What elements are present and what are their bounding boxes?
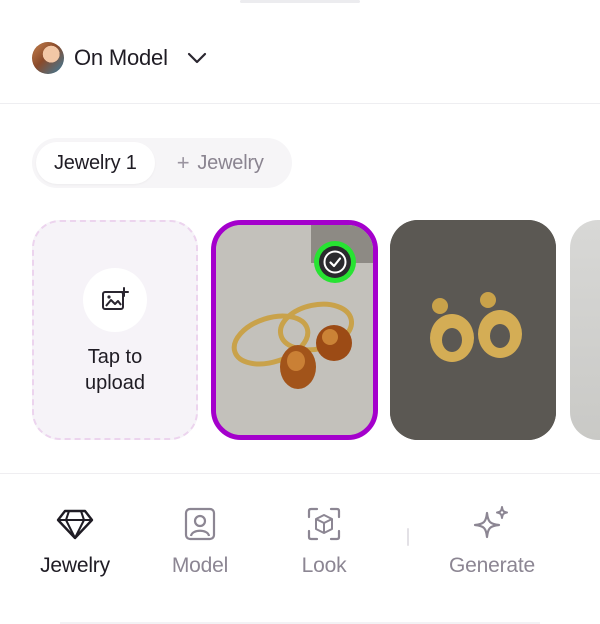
tab-jewelry-1[interactable]: Jewelry 1 bbox=[36, 142, 155, 184]
nav-label: Look bbox=[301, 554, 347, 577]
image-add-icon bbox=[83, 268, 147, 332]
nav-look[interactable]: Look bbox=[269, 504, 379, 584]
upload-card[interactable]: Tap to upload bbox=[32, 220, 198, 440]
sparkles-icon bbox=[472, 504, 512, 544]
divider bbox=[0, 473, 600, 474]
nav-label: Generate bbox=[449, 554, 535, 577]
nav-jewelry[interactable]: Jewelry bbox=[20, 504, 130, 584]
tab-add-jewelry[interactable]: + Jewelry bbox=[155, 142, 282, 184]
upload-label: Tap to upload bbox=[84, 346, 146, 394]
chevron-down-icon[interactable] bbox=[186, 47, 208, 69]
scan-cube-icon bbox=[304, 504, 344, 544]
mode-label: On Model bbox=[74, 45, 168, 70]
diamond-icon bbox=[55, 504, 95, 544]
tab-label: Jewelry 1 bbox=[54, 151, 137, 174]
nav-label: Model bbox=[171, 554, 229, 577]
header: On Model bbox=[0, 0, 600, 104]
nav-label: Jewelry bbox=[40, 554, 110, 577]
user-avatar bbox=[32, 42, 64, 74]
nav-generate[interactable]: Generate bbox=[437, 504, 547, 584]
tab-label: Jewelry bbox=[197, 151, 264, 174]
plus-icon: + bbox=[176, 150, 190, 175]
nav-model[interactable]: Model bbox=[145, 504, 255, 584]
check-circle-icon bbox=[313, 240, 357, 284]
jewelry-thumbnail[interactable] bbox=[390, 220, 556, 440]
mode-selector[interactable]: On Model bbox=[32, 42, 208, 74]
portrait-icon bbox=[180, 504, 220, 544]
nav-separator bbox=[407, 528, 409, 546]
jewelry-tabs: Jewelry 1 + Jewelry bbox=[32, 138, 292, 188]
jewelry-thumbnail[interactable] bbox=[570, 220, 600, 440]
